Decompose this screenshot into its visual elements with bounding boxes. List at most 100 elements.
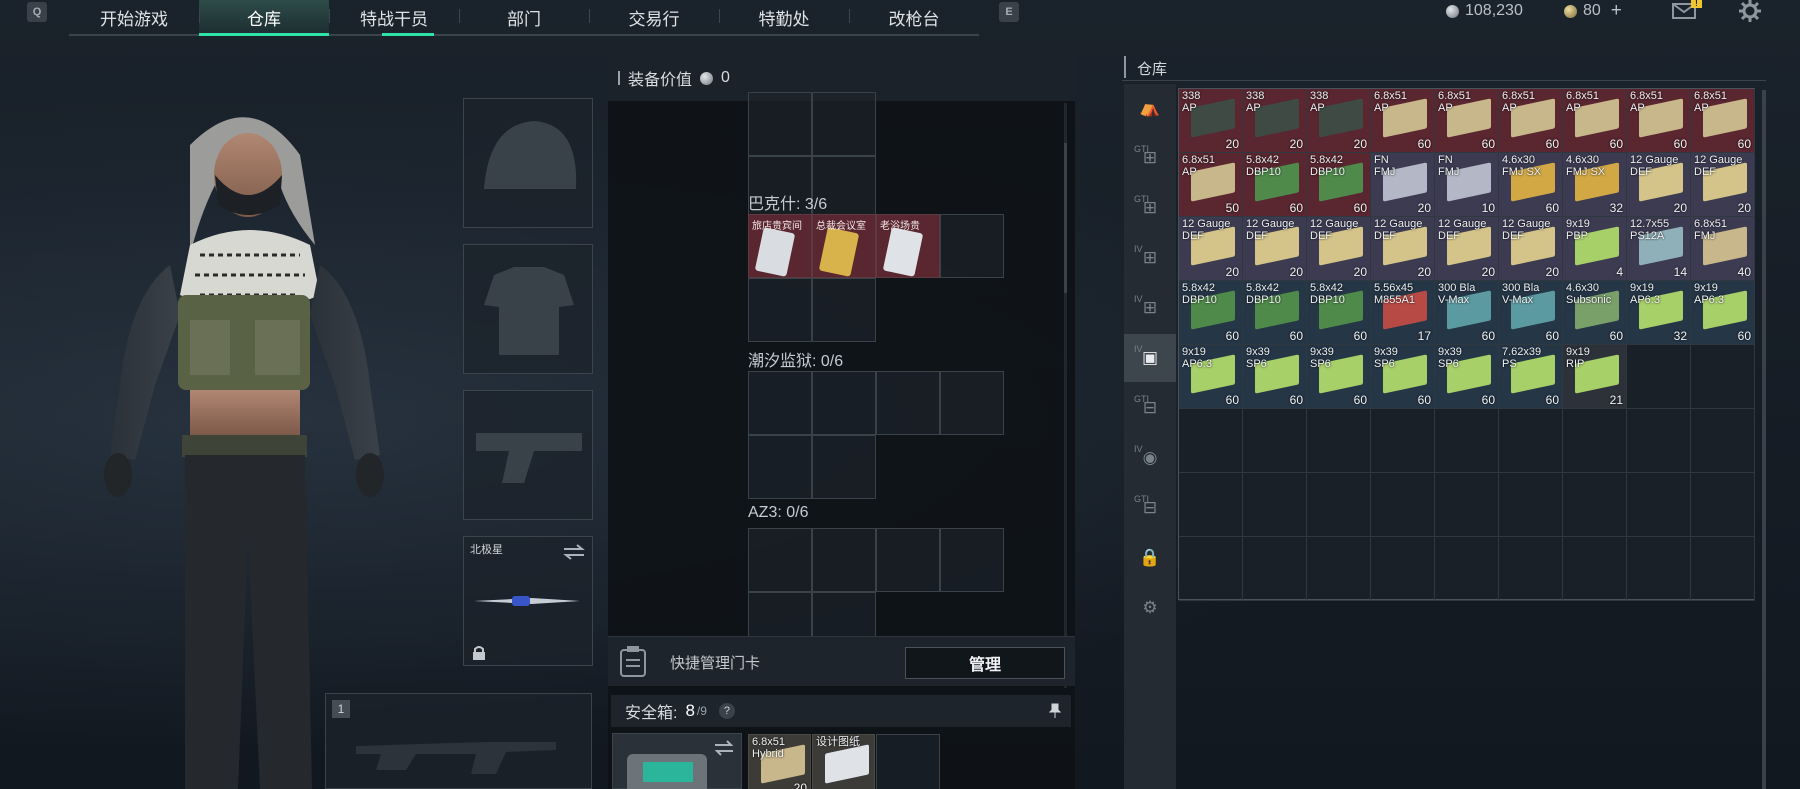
pin-icon[interactable]: [1049, 703, 1061, 719]
ammo-item[interactable]: 300 Bla V-Max 60: [1499, 281, 1562, 344]
ammo-item[interactable]: 9x39 SP6 60: [1307, 345, 1370, 408]
keycard-cell[interactable]: [748, 371, 812, 435]
grid-cell[interactable]: [1563, 409, 1627, 473]
warehouse-tab-8[interactable]: ⊟ GTI: [1124, 484, 1176, 532]
grid-cell[interactable]: [1307, 473, 1371, 537]
grid-cell[interactable]: [1371, 409, 1435, 473]
keycard-item[interactable]: 老浴场贵: [876, 214, 940, 278]
grid-cell[interactable]: [1435, 409, 1499, 473]
tab-6[interactable]: 改枪台: [849, 0, 979, 34]
ammo-item[interactable]: 9x19 AP6.3 60: [1691, 281, 1754, 344]
keycard-item[interactable]: 总裁会议室: [812, 214, 876, 278]
grid-cell[interactable]: [1627, 409, 1691, 473]
swap-icon[interactable]: [713, 740, 735, 756]
grid-cell[interactable]: [1243, 473, 1307, 537]
ammo-item[interactable]: 12 Gauge DEF 20: [1307, 217, 1370, 280]
grid-cell[interactable]: [1499, 537, 1563, 601]
grid-cell[interactable]: [1563, 473, 1627, 537]
warehouse-tab-3[interactable]: ⊞ IV: [1124, 234, 1176, 282]
ammo-item[interactable]: 12 Gauge DEF 20: [1691, 153, 1754, 216]
ammo-item[interactable]: 5.8x42 DBP10 60: [1243, 281, 1306, 344]
mail-button[interactable]: !: [1671, 0, 1702, 22]
ammo-item[interactable]: 12.7x55 PS12A 14: [1627, 217, 1690, 280]
keycard-cell[interactable]: [748, 435, 812, 499]
grid-cell[interactable]: [1563, 537, 1627, 601]
warehouse-tab-7[interactable]: ◉ IV: [1124, 434, 1176, 482]
ammo-item[interactable]: 12 Gauge DEF 20: [1435, 217, 1498, 280]
ammo-item[interactable]: 6.8x51 AP 60: [1499, 89, 1562, 152]
grid-cell[interactable]: [1627, 537, 1691, 601]
ammo-item[interactable]: 4.6x30 Subsonic 60: [1563, 281, 1626, 344]
tab-1[interactable]: 仓库: [199, 0, 329, 36]
grid-cell[interactable]: [1243, 409, 1307, 473]
grid-cell[interactable]: [1243, 537, 1307, 601]
tab-5[interactable]: 特勤处: [719, 0, 849, 34]
keycard-item[interactable]: 旅店贵宾间: [748, 214, 812, 278]
ammo-item[interactable]: 338 AP 20: [1307, 89, 1370, 152]
ammo-item[interactable]: 9x39 SP6 60: [1371, 345, 1434, 408]
ammo-item[interactable]: 5.8x42 DBP10 60: [1179, 281, 1242, 344]
grid-cell[interactable]: [1435, 473, 1499, 537]
keycard-cell[interactable]: [748, 92, 812, 156]
settings-button[interactable]: [1737, 0, 1763, 22]
grid-cell[interactable]: [1435, 537, 1499, 601]
ammo-item[interactable]: 5.8x42 DBP10 60: [1243, 153, 1306, 216]
safebox-help-button[interactable]: ?: [718, 703, 735, 719]
ammo-item[interactable]: FN FMJ 20: [1371, 153, 1434, 216]
ammo-item[interactable]: 4.6x30 FMJ SX 32: [1563, 153, 1626, 216]
safebox-item[interactable]: 设计图纸: [812, 734, 875, 789]
ammo-item[interactable]: 9x39 SP6 60: [1243, 345, 1306, 408]
ammo-item[interactable]: 9x19 AP6.3 32: [1627, 281, 1690, 344]
ammo-item[interactable]: 12 Gauge DEF 20: [1179, 217, 1242, 280]
ammo-item[interactable]: FN FMJ 10: [1435, 153, 1498, 216]
swap-icon[interactable]: [562, 543, 586, 561]
ammo-item[interactable]: 300 Bla V-Max 60: [1435, 281, 1498, 344]
warehouse-tab-0[interactable]: ⛺: [1124, 84, 1176, 132]
ammo-item[interactable]: 6.8x51 AP 50: [1179, 153, 1242, 216]
grid-cell[interactable]: [1627, 345, 1691, 409]
ammo-item[interactable]: 6.8x51 AP 60: [1691, 89, 1754, 152]
loadout-scrollbar[interactable]: [1064, 103, 1067, 688]
primary-weapon-slot[interactable]: 1: [325, 693, 592, 789]
keycard-cell[interactable]: [876, 528, 940, 592]
ammo-item[interactable]: 9x39 SP6 60: [1435, 345, 1498, 408]
safebox-item[interactable]: 6.8x51 Hybrid 20: [748, 734, 811, 789]
grid-cell[interactable]: [1179, 473, 1243, 537]
warehouse-tab-6[interactable]: ⊟ GTI: [1124, 384, 1176, 432]
grid-cell[interactable]: [1499, 409, 1563, 473]
grid-cell[interactable]: [1179, 537, 1243, 601]
ammo-item[interactable]: 12 Gauge DEF 20: [1243, 217, 1306, 280]
keycard-cell[interactable]: [940, 528, 1004, 592]
helmet-slot[interactable]: [463, 98, 593, 228]
keycard-cell[interactable]: [812, 278, 876, 342]
warehouse-tab-10[interactable]: ⚙: [1124, 584, 1176, 632]
warehouse-tab-9[interactable]: 🔒: [1124, 534, 1176, 582]
keycard-cell[interactable]: [940, 214, 1004, 278]
ammo-item[interactable]: 12 Gauge DEF 20: [1627, 153, 1690, 216]
grid-cell[interactable]: [1371, 537, 1435, 601]
add-currency-button[interactable]: +: [1611, 0, 1622, 22]
ammo-item[interactable]: 5.8x42 DBP10 60: [1307, 281, 1370, 344]
ammo-item[interactable]: 12 Gauge DEF 20: [1499, 217, 1562, 280]
ammo-item[interactable]: 338 AP 20: [1243, 89, 1306, 152]
grid-cell[interactable]: [1179, 409, 1243, 473]
keycard-cell[interactable]: [876, 371, 940, 435]
ammo-item[interactable]: 338 AP 20: [1179, 89, 1242, 152]
safebox-container[interactable]: [612, 733, 742, 789]
safebox-cell[interactable]: [876, 734, 940, 789]
grid-cell[interactable]: [1691, 537, 1755, 601]
next-tab-key[interactable]: E: [999, 2, 1019, 22]
ammo-item[interactable]: 6.8x51 AP 60: [1371, 89, 1434, 152]
warehouse-tab-1[interactable]: ⊞ GTI: [1124, 134, 1176, 182]
warehouse-tab-5[interactable]: ▣ IV: [1124, 334, 1176, 382]
ammo-item[interactable]: 6.8x51 FMJ 40: [1691, 217, 1754, 280]
tab-3[interactable]: 部门: [459, 0, 589, 34]
keycard-cell[interactable]: [812, 435, 876, 499]
ammo-item[interactable]: 5.56x45 M855A1 17: [1371, 281, 1434, 344]
ammo-item[interactable]: 7.62x39 PS 60: [1499, 345, 1562, 408]
tab-2[interactable]: 特战干员: [329, 0, 459, 36]
grid-cell[interactable]: [1627, 473, 1691, 537]
ammo-item[interactable]: 6.8x51 AP 60: [1435, 89, 1498, 152]
grid-cell[interactable]: [1691, 473, 1755, 537]
prev-tab-key[interactable]: Q: [27, 2, 47, 22]
